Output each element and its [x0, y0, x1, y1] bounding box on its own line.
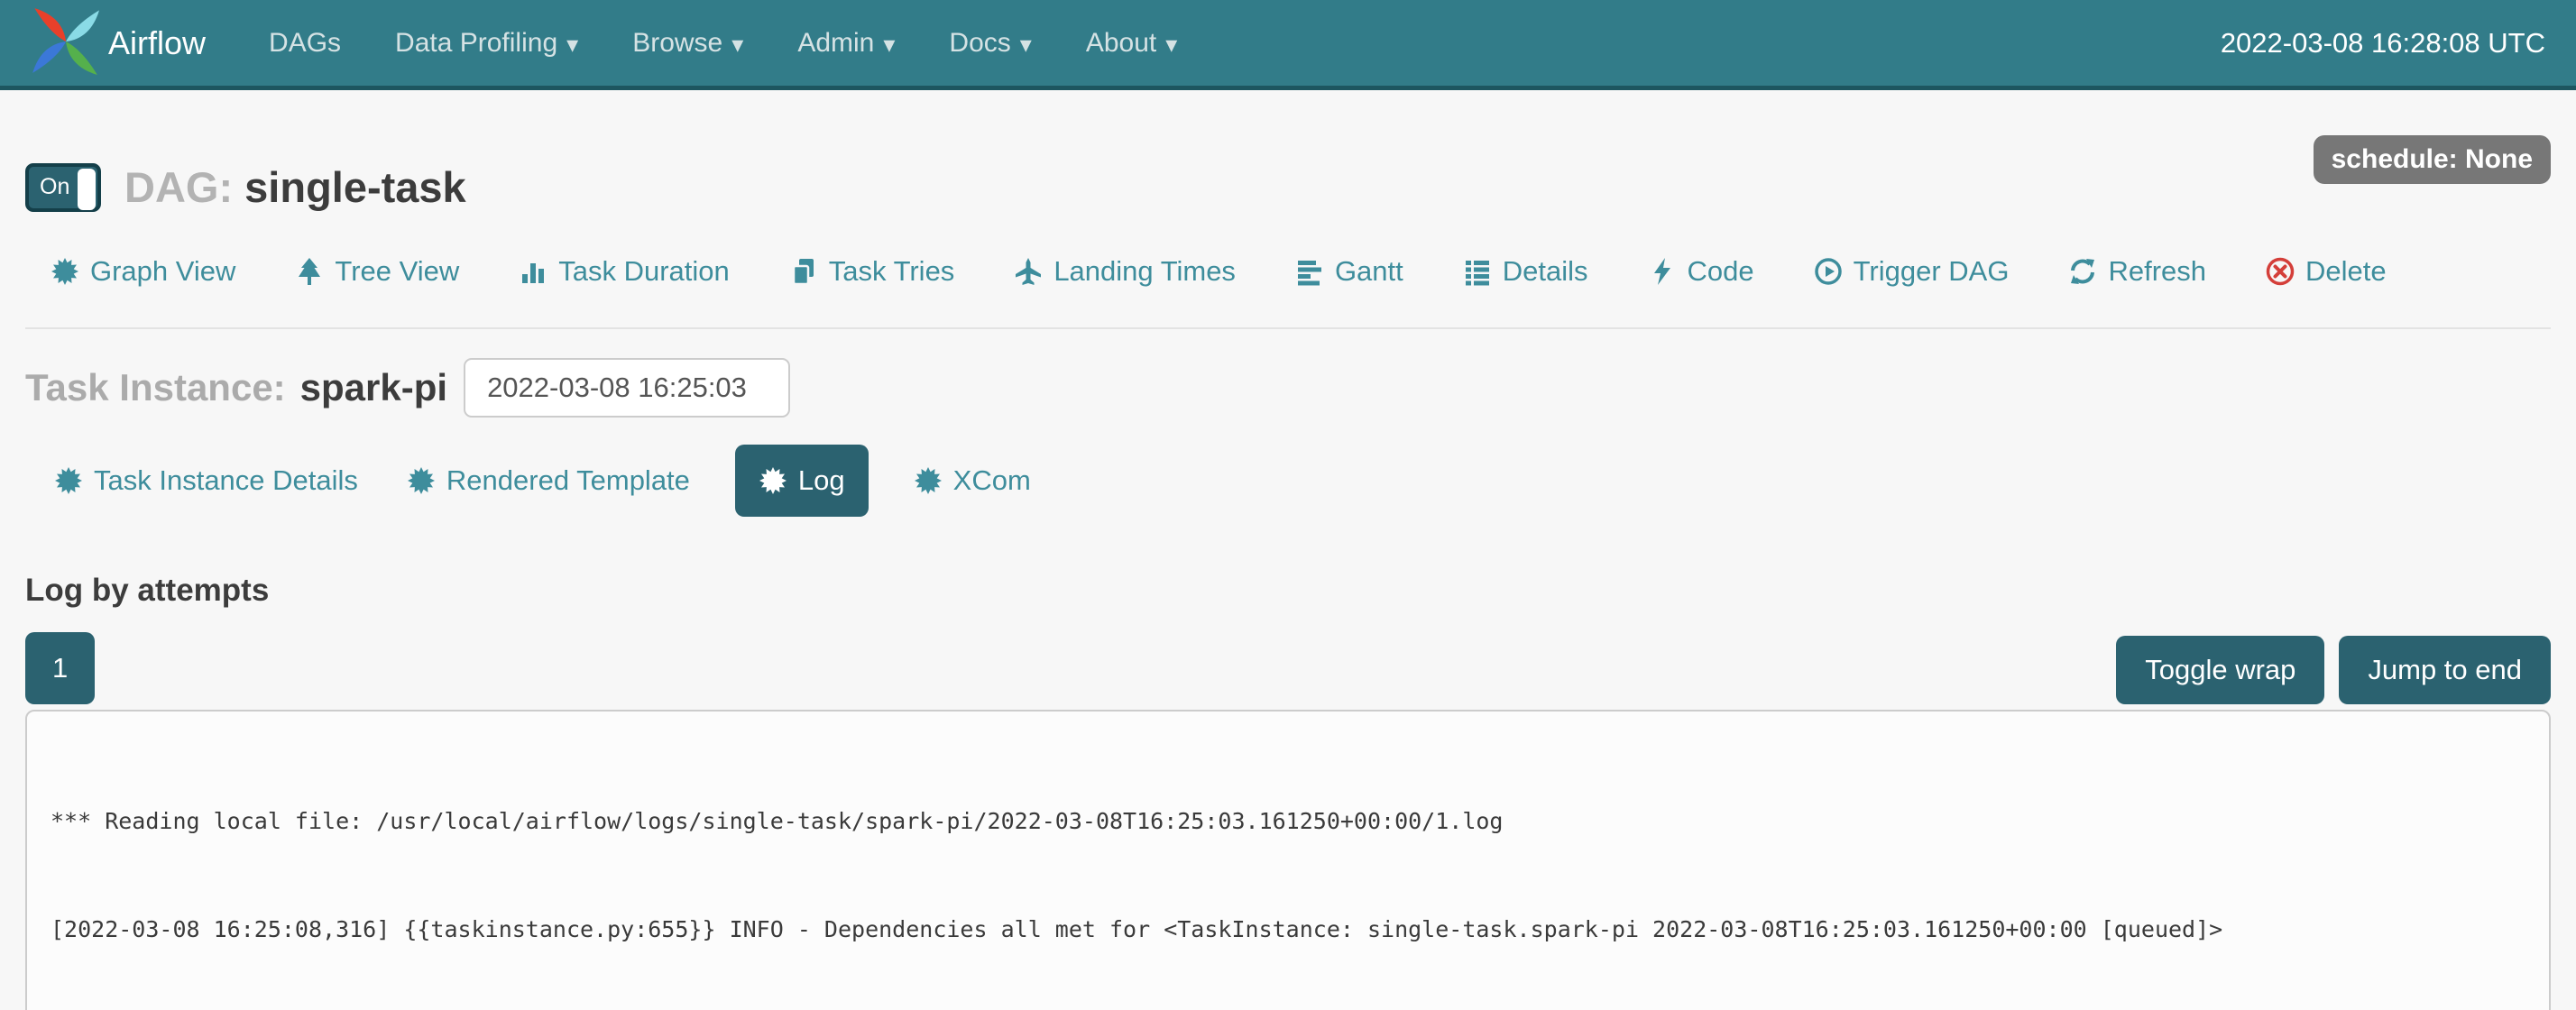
- certificate-icon: [54, 466, 83, 495]
- caret-down-icon: ▾: [731, 31, 743, 59]
- nav-item-label: Browse: [632, 28, 722, 59]
- tab-label: Task Instance Details: [94, 464, 358, 497]
- top-navbar: Airflow DAGs Data Profiling ▾ Browse ▾ A…: [0, 0, 2576, 90]
- tab-label: Rendered Template: [446, 464, 690, 497]
- tab-label: Task Duration: [558, 255, 730, 288]
- page-title: DAG: single-task: [124, 162, 466, 212]
- dag-pause-toggle[interactable]: On: [25, 163, 101, 212]
- tab-tree-view[interactable]: Tree View: [295, 255, 459, 288]
- nav-item-label: DAGs: [269, 28, 341, 59]
- bar-chart-icon: [519, 257, 547, 286]
- nav-item-label: Docs: [949, 28, 1010, 59]
- align-left-icon: [1295, 257, 1324, 286]
- dag-header: On DAG: single-task schedule: None: [25, 162, 2551, 212]
- certificate-icon: [759, 466, 787, 495]
- tab-landing-times[interactable]: Landing Times: [1014, 255, 1236, 288]
- play-circle-icon: [1814, 257, 1843, 286]
- tab-label: Trigger DAG: [1854, 255, 2010, 288]
- tab-trigger-dag[interactable]: Trigger DAG: [1814, 255, 2010, 288]
- log-actions: Toggle wrap Jump to end: [2116, 636, 2551, 704]
- tab-label: Gantt: [1335, 255, 1403, 288]
- tab-log[interactable]: Log: [735, 445, 869, 517]
- tab-label: Refresh: [2108, 255, 2206, 288]
- jump-to-end-button[interactable]: Jump to end: [2339, 636, 2551, 704]
- log-by-attempts-heading: Log by attempts: [25, 573, 2551, 609]
- execution-date-input[interactable]: [464, 358, 790, 418]
- caret-down-icon: ▾: [883, 31, 895, 59]
- tab-graph-view[interactable]: Graph View: [51, 255, 235, 288]
- certificate-icon: [407, 466, 436, 495]
- nav-item-dags[interactable]: DAGs: [242, 0, 368, 86]
- tab-label: Tree View: [335, 255, 459, 288]
- tab-code[interactable]: Code: [1648, 255, 1754, 288]
- tab-label: Details: [1503, 255, 1588, 288]
- caret-down-icon: ▾: [1165, 31, 1177, 59]
- tab-label: Log: [798, 464, 845, 497]
- task-instance-header: Task Instance: spark-pi: [25, 358, 2551, 418]
- nav-item-docs[interactable]: Docs ▾: [922, 0, 1058, 86]
- tab-label: Task Tries: [829, 255, 955, 288]
- task-instance-view-tabs: Task Instance Details Rendered Template …: [51, 445, 2551, 517]
- tab-label: Code: [1688, 255, 1754, 288]
- tab-details[interactable]: Details: [1463, 255, 1588, 288]
- list-icon: [1463, 257, 1492, 286]
- certificate-icon: [51, 257, 79, 286]
- nav-item-label: Admin: [797, 28, 874, 59]
- nav-item-label: About: [1086, 28, 1156, 59]
- dag-title-prefix: DAG:: [124, 163, 233, 211]
- log-line: [2022-03-08 16:25:08,316] {{taskinstance…: [51, 912, 2525, 948]
- bolt-icon: [1648, 257, 1677, 286]
- tab-label: XCom: [953, 464, 1031, 497]
- airflow-pinwheel-logo-icon: [31, 6, 99, 79]
- utc-clock: 2022-03-08 16:28:08 UTC: [2221, 27, 2545, 60]
- tab-refresh[interactable]: Refresh: [2068, 255, 2206, 288]
- task-instance-label: Task Instance:: [25, 366, 286, 409]
- tab-rendered-template[interactable]: Rendered Template: [403, 445, 694, 517]
- refresh-icon: [2068, 257, 2097, 286]
- airflow-brand-link[interactable]: Airflow: [31, 6, 206, 79]
- log-output-panel: *** Reading local file: /usr/local/airfl…: [25, 710, 2551, 1010]
- caret-down-icon: ▾: [566, 31, 578, 59]
- delete-circle-x-icon: [2266, 257, 2295, 286]
- toggle-on-label: On: [40, 174, 69, 200]
- task-name: spark-pi: [300, 366, 447, 409]
- log-toolbar: 1 Toggle wrap Jump to end: [25, 632, 2551, 704]
- toggle-knob: [78, 169, 96, 210]
- nav-item-data-profiling[interactable]: Data Profiling ▾: [368, 0, 605, 86]
- tab-task-tries[interactable]: Task Tries: [789, 255, 955, 288]
- tab-gantt[interactable]: Gantt: [1295, 255, 1403, 288]
- toggle-wrap-button[interactable]: Toggle wrap: [2116, 636, 2324, 704]
- plane-icon: [1014, 257, 1043, 286]
- tab-xcom[interactable]: XCom: [910, 445, 1035, 517]
- copy-icon: [789, 257, 818, 286]
- divider: [25, 327, 2551, 329]
- certificate-icon: [914, 466, 943, 495]
- nav-item-about[interactable]: About ▾: [1059, 0, 1204, 86]
- dag-view-tabs: Graph View Tree View Task Duration Task …: [51, 255, 2551, 288]
- tree-icon: [295, 257, 324, 286]
- tab-label: Graph View: [90, 255, 235, 288]
- brand-label: Airflow: [108, 24, 206, 62]
- nav-item-label: Data Profiling: [395, 28, 557, 59]
- tab-delete[interactable]: Delete: [2266, 255, 2387, 288]
- tab-label: Delete: [2305, 255, 2387, 288]
- nav-item-admin[interactable]: Admin ▾: [770, 0, 922, 86]
- attempt-1-tab[interactable]: 1: [25, 632, 95, 704]
- dag-name: single-task: [244, 163, 466, 211]
- caret-down-icon: ▾: [1020, 31, 1032, 59]
- tab-task-instance-details[interactable]: Task Instance Details: [51, 445, 362, 517]
- schedule-badge: schedule: None: [2314, 135, 2551, 184]
- navbar-menu: DAGs Data Profiling ▾ Browse ▾ Admin ▾ D…: [242, 0, 1204, 86]
- tab-label: Landing Times: [1053, 255, 1236, 288]
- nav-item-browse[interactable]: Browse ▾: [605, 0, 770, 86]
- log-line: *** Reading local file: /usr/local/airfl…: [51, 803, 2525, 840]
- tab-task-duration[interactable]: Task Duration: [519, 255, 730, 288]
